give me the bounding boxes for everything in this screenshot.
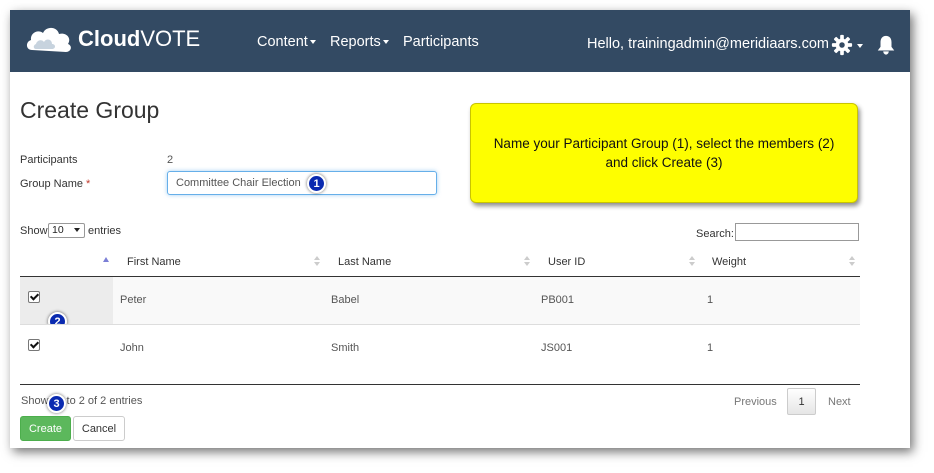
column-header-first-name[interactable]: First Name: [127, 256, 181, 268]
step-marker-1: 1: [307, 174, 326, 193]
app-window: CloudVOTE Content Reports Participants H…: [10, 10, 910, 448]
table-row[interactable]: Peter Babel PB001 1: [20, 277, 860, 324]
cell-weight: 1: [707, 342, 714, 354]
entries-label: entries: [88, 225, 122, 237]
brand-name: CloudVOTE: [78, 26, 201, 51]
gear-icon[interactable]: [831, 34, 853, 56]
row-checkbox[interactable]: [28, 339, 40, 351]
caret-down-icon: [382, 40, 389, 45]
table-footer-divider: [20, 384, 860, 385]
pagination-previous[interactable]: Previous: [734, 396, 777, 408]
cancel-button[interactable]: Cancel: [73, 416, 125, 441]
required-mark: *: [86, 178, 91, 190]
sort-icon[interactable]: [849, 256, 855, 266]
table-row[interactable]: John Smith JS001 1: [20, 324, 860, 372]
caret-down-icon: [309, 40, 316, 45]
participants-label: Participants: [20, 154, 78, 166]
search-input[interactable]: [735, 223, 859, 241]
search-label: Search:: [696, 228, 734, 240]
column-header-weight[interactable]: Weight: [712, 256, 746, 268]
sort-ascending-icon[interactable]: [103, 257, 109, 262]
show-label: Show: [20, 225, 48, 237]
cell-user-id: PB001: [541, 294, 575, 306]
group-name-label: Group Name *: [20, 178, 91, 190]
nav-participants[interactable]: Participants: [403, 34, 479, 50]
nav-content[interactable]: Content: [257, 34, 316, 50]
nav-reports[interactable]: Reports: [330, 34, 389, 50]
table-info: Show to 2 of 2 entries: [21, 395, 143, 407]
column-header-last-name[interactable]: Last Name: [338, 256, 391, 268]
row-checkbox[interactable]: [28, 291, 40, 303]
column-header-user-id[interactable]: User ID: [548, 256, 585, 268]
sort-icon[interactable]: [314, 256, 320, 266]
user-greeting[interactable]: Hello, trainingadmin@meridiaars.com: [587, 36, 829, 52]
cell-first-name: John: [120, 342, 144, 354]
callout-text: Name your Participant Group (1), select …: [493, 136, 835, 170]
create-button[interactable]: Create: [20, 416, 71, 441]
participants-count: 2: [167, 154, 174, 166]
cell-weight: 1: [707, 294, 714, 306]
pagination-next[interactable]: Next: [828, 396, 851, 408]
group-name-input[interactable]: [167, 171, 437, 195]
instruction-callout: Name your Participant Group (1), select …: [470, 103, 858, 203]
step-marker-3: 3: [47, 394, 66, 413]
page-title: Create Group: [20, 97, 160, 123]
sort-icon[interactable]: [524, 256, 530, 266]
bell-icon[interactable]: [875, 34, 897, 56]
pagination-page-1[interactable]: 1: [787, 388, 816, 415]
cell-user-id: JS001: [541, 342, 573, 354]
cell-first-name: Peter: [120, 294, 147, 306]
caret-down-icon: [857, 44, 863, 48]
page-size-select[interactable]: 10: [48, 223, 85, 238]
sort-icon[interactable]: [689, 256, 695, 266]
cloud-logo-icon: [26, 27, 71, 52]
navbar: CloudVOTE Content Reports Participants H…: [10, 10, 910, 72]
brand-logo[interactable]: CloudVOTE: [24, 22, 200, 56]
cell-last-name: Smith: [331, 342, 360, 354]
cell-last-name: Babel: [331, 294, 360, 306]
chevron-down-icon: [74, 228, 80, 232]
